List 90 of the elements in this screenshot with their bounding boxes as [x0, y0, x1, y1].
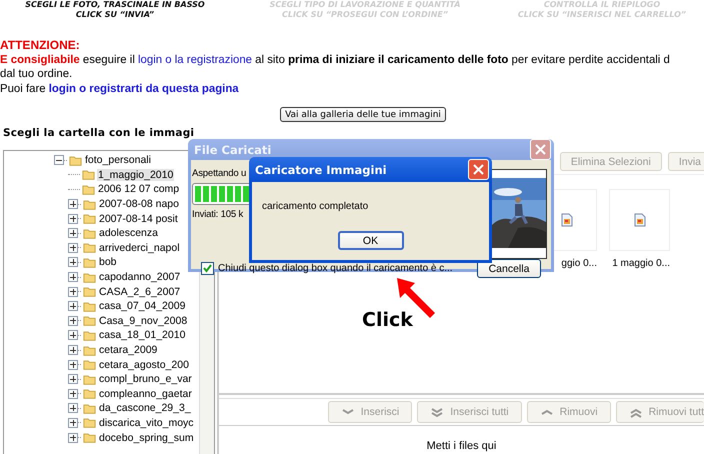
drop-hint: Metti i files qui: [426, 440, 496, 452]
tree-item[interactable]: CASA_2_6_2007: [98, 286, 182, 298]
folder-icon: [82, 169, 95, 180]
tree-item[interactable]: bob: [98, 256, 118, 268]
tree-item[interactable]: 2007-08-14 posit: [98, 212, 179, 225]
folder-icon: [83, 256, 96, 268]
status-text: Aspettando u: [192, 168, 246, 179]
step-text: CLICK SU “INVIA”: [76, 10, 154, 20]
folder-icon: [83, 330, 96, 341]
message-text: caricamento completato: [262, 201, 368, 212]
sent-text: Inviati: 105 k: [192, 209, 244, 220]
folder-icon: [83, 300, 96, 312]
dialog-title: File Caricati: [194, 142, 272, 156]
tree-item[interactable]: 2006 12 07 comp: [97, 183, 180, 196]
expand-icon[interactable]: [68, 418, 78, 428]
tree-item[interactable]: capodanno_2007: [98, 271, 182, 284]
folder-icon: [83, 213, 96, 224]
tree-item[interactable]: compl_bruno_e_var: [98, 373, 193, 386]
tree-item[interactable]: cetara_2009: [98, 344, 158, 356]
expand-icon[interactable]: [68, 228, 78, 238]
expand-icon[interactable]: [68, 360, 78, 370]
folder-icon: [83, 344, 96, 356]
expand-icon[interactable]: [68, 214, 78, 224]
folder-icon: [83, 374, 96, 385]
warning-heading: ATTENZIONE:: [0, 38, 81, 52]
expand-icon[interactable]: [68, 272, 78, 282]
folder-icon: [83, 359, 96, 370]
chevron-icon: [430, 406, 444, 418]
tree-item[interactable]: casa_07_04_2009: [98, 300, 186, 312]
close-icon: [535, 144, 546, 155]
folder-icon: [83, 388, 96, 400]
image-file-icon: [634, 213, 646, 227]
tree-item[interactable]: docebo_spring_sum: [98, 432, 195, 444]
folder-icon: [83, 432, 96, 444]
expand-icon[interactable]: [68, 286, 78, 297]
expand-icon[interactable]: [68, 432, 78, 443]
image-file-icon: [560, 213, 572, 227]
login-link[interactable]: login o registrarti da questa pagina: [48, 82, 239, 94]
gallery-button[interactable]: Vai alla galleria delle tue immagini: [280, 107, 446, 122]
chevron-icon: [628, 406, 643, 418]
folder-icon: [83, 272, 96, 283]
tree-item[interactable]: casa_18_01_2010: [98, 329, 186, 342]
notice-text: E consigliabile eseguire il login o la registrazione al sito prima di iniziare il caricamento delle foto per evitare perdite accidentali d: [0, 52, 671, 67]
check-icon: [203, 264, 212, 273]
ok-button[interactable]: OK: [338, 231, 404, 250]
expand-icon[interactable]: [68, 316, 78, 326]
tree-item[interactable]: da_cascone_29_3_: [98, 402, 192, 414]
folder-icon: [82, 184, 95, 195]
checkbox[interactable]: [201, 262, 214, 275]
folder-icon: [83, 228, 96, 239]
thumbnail-caption: ggio 0...: [561, 258, 597, 269]
collapse-icon[interactable]: [54, 155, 64, 166]
expand-icon[interactable]: [68, 388, 78, 399]
expand-icon[interactable]: [68, 199, 78, 210]
expand-icon[interactable]: [68, 374, 78, 384]
tree-item[interactable]: arrivederci_napol: [98, 242, 181, 254]
folder-icon: [83, 242, 96, 254]
tree-item[interactable]: foto_personali: [84, 154, 152, 166]
expand-icon[interactable]: [68, 345, 78, 356]
tree-item[interactable]: discarica_vito_moyc: [98, 416, 195, 429]
close-button[interactable]: [468, 159, 489, 180]
folder-icon: [83, 402, 96, 414]
folder-icon: [69, 154, 82, 166]
folder-icon: [83, 286, 96, 298]
folder-label: Scegli la cartella con le immagi: [3, 127, 194, 139]
expand-icon[interactable]: [68, 301, 78, 312]
notice-text: dal tuo ordine.: [0, 67, 74, 82]
folder-icon: [83, 417, 96, 428]
annotation-text: Click: [362, 309, 413, 331]
tree-item[interactable]: compleanno_gaetar: [98, 388, 193, 400]
step-text: SCEGLI LE FOTO, TRASCINALE IN BASSO: [25, 0, 205, 10]
thumbnail-caption: 1 maggio 0...: [612, 258, 670, 269]
expand-icon[interactable]: [68, 403, 78, 414]
login-link[interactable]: login o la registrazione: [138, 54, 252, 66]
thumbnail-frame[interactable]: [609, 189, 670, 251]
tree-item[interactable]: cetara_agosto_200: [98, 358, 190, 371]
cancel-button[interactable]: Cancella: [477, 259, 541, 278]
folder-icon: [83, 315, 96, 326]
tree-item[interactable]: adolescenza: [98, 227, 159, 240]
dialog-title: Caricatore Immagini: [255, 162, 387, 176]
expand-icon[interactable]: [68, 330, 78, 340]
tree-item[interactable]: 2007-08-08 napo: [98, 198, 180, 210]
notice-text: Puoi fare login o registrarti da questa pagina: [0, 82, 240, 96]
close-icon: [473, 164, 484, 175]
checkbox-label: Chiudi questo dialog box quando il caricamento è c...: [218, 263, 453, 274]
expand-icon[interactable]: [68, 257, 78, 268]
tree-item[interactable]: 1_maggio_2010: [97, 168, 174, 181]
folder-icon: [83, 198, 96, 210]
tree-item[interactable]: Casa_9_nov_2008: [98, 314, 188, 327]
expand-icon[interactable]: [68, 242, 78, 253]
